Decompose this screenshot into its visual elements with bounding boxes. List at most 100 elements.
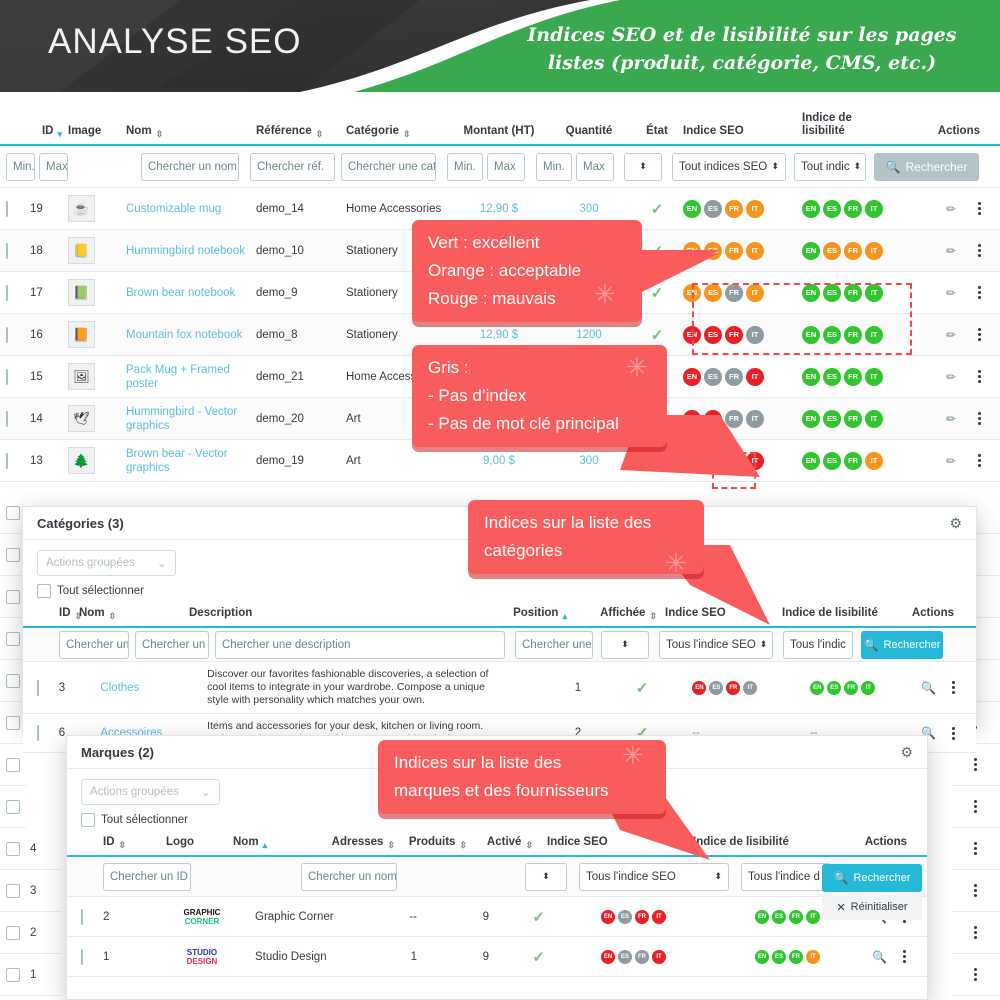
column-header-category[interactable]: Catégorie ⇳ xyxy=(346,125,451,144)
background-row[interactable]: 1 xyxy=(0,954,62,996)
filter-cat-id[interactable]: Chercher un I xyxy=(59,630,129,659)
locale-badge-es[interactable]: ES xyxy=(823,367,841,386)
locale-badge-it[interactable]: IT xyxy=(746,325,764,344)
kebab-menu-icon[interactable] xyxy=(978,410,982,427)
kebab-menu-icon[interactable] xyxy=(978,452,982,469)
kebab-menu-icon[interactable] xyxy=(974,882,978,899)
locale-badge-en[interactable]: EN xyxy=(802,367,820,386)
brands-search-button[interactable]: 🔍 Rechercher xyxy=(822,864,922,892)
kebab-menu-icon[interactable] xyxy=(978,368,982,385)
cell-name[interactable]: Hummingbird notebook xyxy=(126,244,256,258)
sort-icon[interactable]: ⇳ xyxy=(525,841,533,850)
filter-cat-position[interactable]: Chercher une pos xyxy=(515,630,593,659)
kebab-menu-icon[interactable] xyxy=(974,798,978,815)
locale-badge-en[interactable]: EN xyxy=(755,949,769,964)
locale-badge-en[interactable]: EN xyxy=(810,680,825,695)
row-checkbox[interactable] xyxy=(6,368,8,385)
filter-category[interactable]: Chercher une cat xyxy=(341,152,436,181)
row-checkbox[interactable] xyxy=(6,547,20,562)
filter-qty-max[interactable]: Max xyxy=(576,152,614,181)
background-row[interactable]: 2 xyxy=(0,912,62,954)
cell-name[interactable]: Clothes xyxy=(100,681,207,695)
locale-badge-es[interactable]: ES xyxy=(709,680,724,695)
row-checkbox[interactable] xyxy=(6,883,20,898)
filter-cat-name[interactable]: Chercher un no xyxy=(135,630,209,659)
categories-search-button[interactable]: 🔍 Rechercher xyxy=(861,630,943,659)
kebab-menu-icon[interactable] xyxy=(978,284,982,301)
edit-icon[interactable]: ✏ xyxy=(946,202,956,216)
locale-badge-es[interactable]: ES xyxy=(823,409,841,428)
column-header-cat-name[interactable]: Nom ⇳ xyxy=(79,607,189,626)
sort-icon[interactable]: ⇳ xyxy=(109,612,117,621)
filter-id-max[interactable]: Max xyxy=(39,152,68,181)
row-checkbox[interactable] xyxy=(6,410,8,427)
locale-badge-it[interactable]: IT xyxy=(746,283,764,302)
row-checkbox[interactable] xyxy=(81,908,83,925)
locale-badge-en[interactable]: EN xyxy=(802,325,820,344)
row-checkbox[interactable] xyxy=(6,452,8,469)
locale-badge-en[interactable]: EN xyxy=(755,909,769,924)
row-checkbox[interactable] xyxy=(6,967,20,982)
locale-badge-fr[interactable]: FR xyxy=(726,680,741,695)
locale-badge-it[interactable]: IT xyxy=(865,325,883,344)
locale-badge-es[interactable]: ES xyxy=(618,949,632,964)
locale-badge-it[interactable]: IT xyxy=(746,241,764,260)
kebab-menu-icon[interactable] xyxy=(903,948,907,965)
locale-badge-es[interactable]: ES xyxy=(704,199,722,218)
column-header-reference[interactable]: Référence ⇳ xyxy=(256,125,346,144)
locale-badge-fr[interactable]: FR xyxy=(789,949,803,964)
row-checkbox[interactable] xyxy=(37,725,39,741)
row-checkbox[interactable] xyxy=(37,679,39,696)
filter-qty-min[interactable]: Min. xyxy=(536,152,572,181)
locale-badge-fr[interactable]: FR xyxy=(635,949,649,964)
locale-badge-fr[interactable]: FR xyxy=(725,367,743,386)
kebab-menu-icon[interactable] xyxy=(974,966,978,983)
categories-select-all[interactable]: Tout sélectionner xyxy=(37,584,962,598)
locale-badge-es[interactable]: ES xyxy=(618,909,632,924)
sort-icon[interactable]: ⇳ xyxy=(459,841,467,850)
product-search-button[interactable]: 🔍 Rechercher xyxy=(874,152,979,181)
kebab-menu-icon[interactable] xyxy=(952,725,956,742)
filter-readability-index-select[interactable]: Tout indic ⬍ xyxy=(794,152,866,181)
locale-badge-fr[interactable]: FR xyxy=(844,409,862,428)
filter-state-select[interactable]: ⬍ xyxy=(624,152,662,181)
locale-badge-es[interactable]: ES xyxy=(823,199,841,218)
column-header-brand-name[interactable]: Nom ▴ xyxy=(219,836,317,855)
filter-brand-id[interactable]: Chercher un ID xyxy=(103,862,191,891)
cell-name[interactable]: Pack Mug + Framed poster xyxy=(126,363,256,391)
locale-badge-en[interactable]: EN xyxy=(683,367,701,386)
column-header-id[interactable]: ID ▾ xyxy=(6,125,68,144)
locale-badge-it[interactable]: IT xyxy=(865,409,883,428)
kebab-menu-icon[interactable] xyxy=(978,200,982,217)
locale-badge-en[interactable]: EN xyxy=(802,283,820,302)
table-row[interactable]: 2 GRAPHIC CORNER Graphic Corner -- 9 ✓ E… xyxy=(67,897,927,937)
locale-badge-it[interactable]: IT xyxy=(652,909,666,924)
filter-name[interactable]: Chercher un nom xyxy=(141,152,239,181)
background-row[interactable]: 3 xyxy=(0,870,62,912)
cell-name[interactable]: Hummingbird - Vector graphics xyxy=(126,405,256,433)
locale-badge-fr[interactable]: FR xyxy=(844,680,859,695)
kebab-menu-icon[interactable] xyxy=(978,326,982,343)
locale-badge-it[interactable]: IT xyxy=(652,949,666,964)
row-checkbox[interactable] xyxy=(6,505,20,520)
column-header-cat-id[interactable]: ID ⇳ xyxy=(37,607,82,626)
preview-icon[interactable]: 🔍 xyxy=(921,681,936,695)
column-header-brand-enabled[interactable]: Activé ⇳ xyxy=(467,836,533,855)
edit-icon[interactable]: ✏ xyxy=(946,244,956,258)
row-checkbox[interactable] xyxy=(6,673,20,688)
gear-icon[interactable]: ⚙ xyxy=(900,744,913,761)
table-row[interactable]: 1 STUDIO DESIGN Studio Design 1 9 ✓ EN ES… xyxy=(67,937,927,977)
locale-badge-en[interactable]: EN xyxy=(601,949,615,964)
locale-badge-en[interactable]: EN xyxy=(692,680,707,695)
locale-badge-fr[interactable]: FR xyxy=(725,283,743,302)
sort-icon[interactable]: ⇳ xyxy=(119,841,127,850)
column-header-brand-addresses[interactable]: Adresses ⇳ xyxy=(317,836,395,855)
filter-id-min[interactable]: Min. xyxy=(6,152,35,181)
filter-seo-index-select[interactable]: Tout indices SEO ⬍ xyxy=(672,152,786,181)
kebab-menu-icon[interactable] xyxy=(974,924,978,941)
sort-icon[interactable]: ⇳ xyxy=(403,130,411,139)
locale-badge-fr[interactable]: FR xyxy=(725,199,743,218)
edit-icon[interactable]: ✏ xyxy=(946,328,956,342)
filter-brand-enabled-select[interactable]: ⬍ xyxy=(525,862,567,891)
edit-icon[interactable]: ✏ xyxy=(946,454,956,468)
